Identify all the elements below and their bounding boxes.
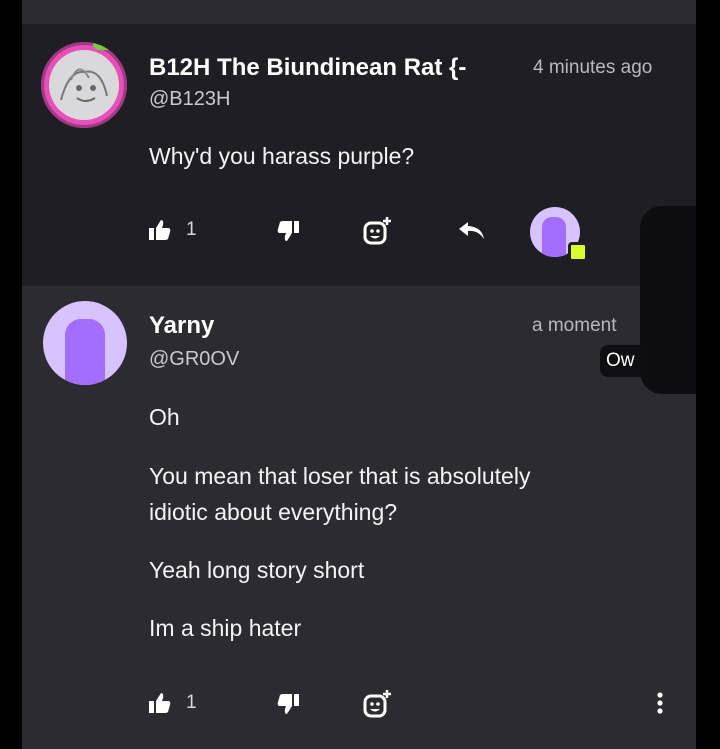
comment-text: Oh (149, 404, 180, 430)
side-overlay-panel[interactable] (640, 206, 696, 394)
thumbs-down-icon (277, 221, 299, 241)
like-button[interactable]: 1 (148, 692, 197, 714)
like-count: 1 (186, 692, 197, 713)
comment-text: Im a ship hater (149, 615, 302, 641)
comment-text: Yeah long story short (149, 557, 365, 583)
comment-actions: 1 (148, 684, 428, 724)
add-reaction-icon (363, 217, 391, 245)
add-reaction-button[interactable] (362, 216, 392, 246)
dislike-button[interactable] (276, 220, 300, 242)
like-button[interactable]: 1 (148, 219, 197, 241)
username[interactable]: Yarny (149, 312, 214, 340)
avatar-image (49, 50, 119, 120)
thumbs-up-icon (149, 220, 171, 240)
user-handle: @B123H (149, 88, 231, 110)
reply-button[interactable] (458, 221, 486, 241)
more-vertical-icon[interactable] (650, 690, 670, 720)
dislike-button[interactable] (276, 693, 300, 715)
thumbs-down-icon (277, 694, 299, 714)
timestamp: a moment (532, 315, 617, 336)
username[interactable]: B12H The Biundinean Rat {- (149, 54, 516, 82)
like-count: 1 (186, 219, 197, 240)
frog-badge-icon (93, 42, 115, 50)
comment-card: B12H The Biundinean Rat {- @B123H 4 minu… (22, 24, 696, 286)
reply-icon (459, 222, 484, 239)
avatar-figure (65, 319, 105, 385)
add-reaction-button[interactable] (362, 689, 392, 719)
comment-text: You mean that loser that is absolutely (149, 463, 531, 489)
timestamp: 4 minutes ago (533, 57, 653, 78)
avatar-figure (542, 217, 566, 257)
overlay-tooltip: Ow (600, 345, 641, 377)
comment-card: Yarny @GR0OV a moment Oh You mean that l… (22, 286, 696, 749)
avatar[interactable] (43, 301, 127, 385)
comment-text: idiotic about everything? (149, 499, 398, 525)
thumbs-up-icon (149, 693, 171, 713)
avatar[interactable] (41, 42, 127, 128)
user-handle: @GR0OV (149, 348, 240, 370)
previous-comment-strip (22, 0, 696, 24)
comment-text: Why'd you harass purple? (149, 143, 415, 169)
online-status-icon (568, 242, 588, 262)
add-reaction-icon (363, 690, 391, 718)
